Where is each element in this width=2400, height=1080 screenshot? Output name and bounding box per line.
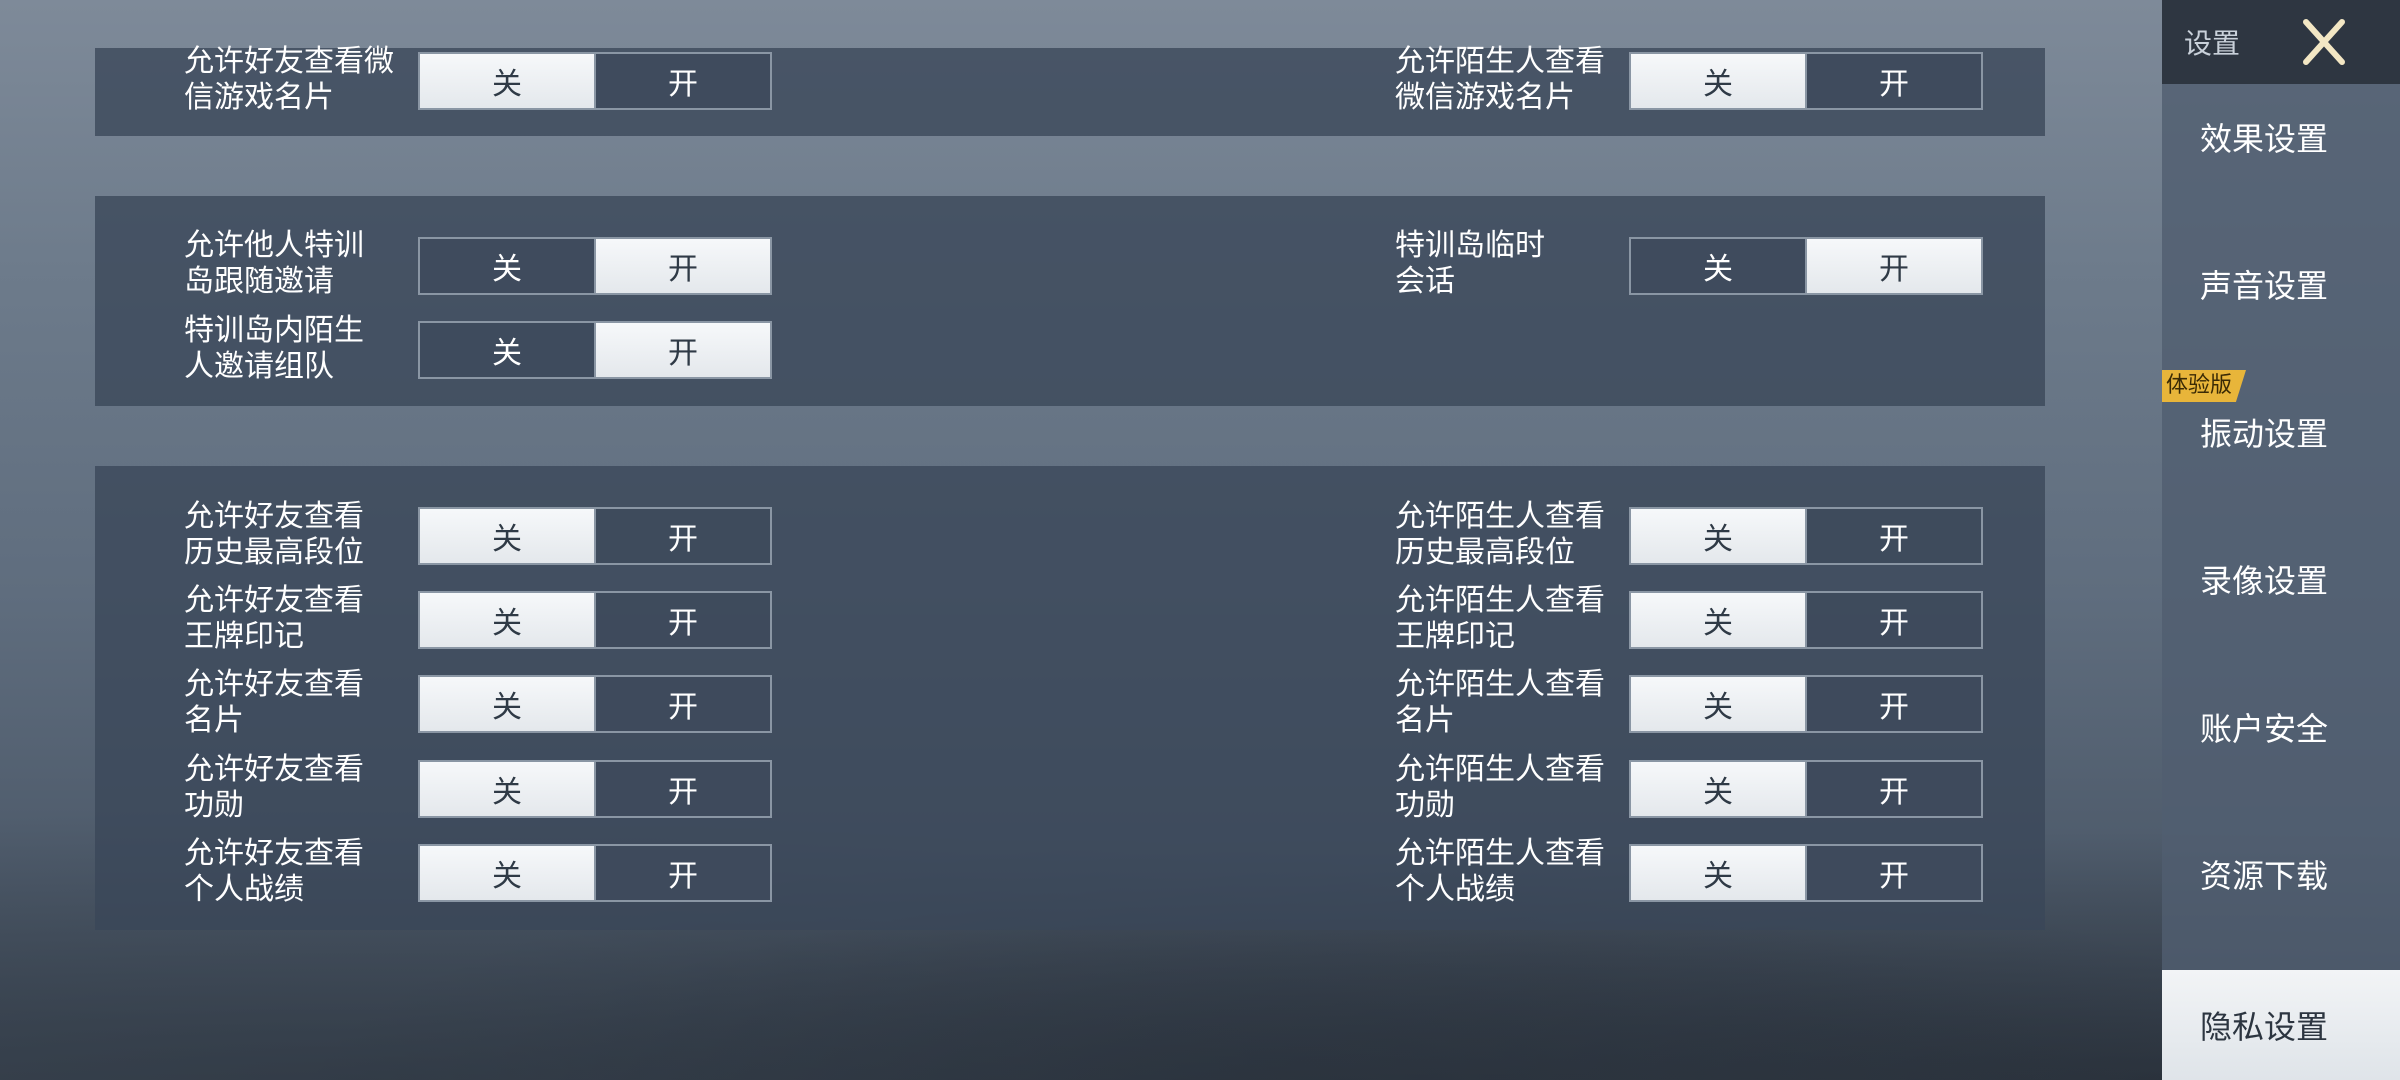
- setting-label: 允许好友查看 历史最高段位: [184, 499, 364, 570]
- setting-label: 允许好友查看 王牌印记: [184, 583, 364, 654]
- setting-label: 允许好友查看 功勋: [184, 752, 364, 823]
- toggle-on-option[interactable]: 开: [594, 509, 770, 563]
- sidebar-item-label: 振动设置: [2200, 415, 2329, 453]
- toggle-on-option[interactable]: 开: [594, 239, 770, 293]
- toggle-stranger-ace-mark[interactable]: 关开: [1629, 591, 1983, 649]
- setting-label: 允许陌生人查看 个人战绩: [1395, 836, 1605, 907]
- toggle-stranger-card[interactable]: 关开: [1629, 675, 1983, 733]
- toggle-friend-card[interactable]: 关开: [418, 675, 772, 733]
- toggle-off-option[interactable]: 关: [1631, 762, 1805, 816]
- toggle-on-option[interactable]: 开: [594, 323, 770, 377]
- toggle-on-option[interactable]: 开: [1805, 762, 1981, 816]
- sidebar-item-resource-download[interactable]: 资源下载: [2162, 829, 2400, 919]
- toggle-off-option[interactable]: 关: [1631, 509, 1805, 563]
- toggle-off-option[interactable]: 关: [420, 54, 594, 108]
- toggle-on-option[interactable]: 开: [594, 54, 770, 108]
- sidebar-item-label: 录像设置: [2200, 562, 2329, 600]
- toggle-friend-merits[interactable]: 关开: [418, 760, 772, 818]
- close-icon[interactable]: [2292, 10, 2356, 74]
- sidebar-item-label: 声音设置: [2200, 267, 2329, 305]
- setting-label: 允许好友查看微 信游戏名片: [184, 44, 394, 115]
- toggle-friend-stats[interactable]: 关开: [418, 844, 772, 902]
- toggle-on-option[interactable]: 开: [1805, 593, 1981, 647]
- toggle-off-option[interactable]: 关: [420, 593, 594, 647]
- toggle-off-option[interactable]: 关: [420, 509, 594, 563]
- toggle-off-option[interactable]: 关: [420, 677, 594, 731]
- panel-training-island: [95, 196, 2045, 406]
- toggle-off-option[interactable]: 关: [1631, 593, 1805, 647]
- toggle-friend-wechat-card[interactable]: 关开: [418, 52, 772, 110]
- settings-sidebar: 设置 效果设置 声音设置 体验版 振动设置 录像设置 账户安全 资源下载 隐私设…: [2162, 0, 2400, 1080]
- sidebar-item-vibration[interactable]: 振动设置: [2162, 387, 2400, 477]
- toggle-stranger-merits[interactable]: 关开: [1629, 760, 1983, 818]
- toggle-friend-ace-mark[interactable]: 关开: [418, 591, 772, 649]
- toggle-off-option[interactable]: 关: [1631, 846, 1805, 900]
- toggle-on-option[interactable]: 开: [594, 762, 770, 816]
- setting-label: 允许陌生人查看 功勋: [1395, 752, 1605, 823]
- toggle-on-option[interactable]: 开: [1805, 677, 1981, 731]
- setting-label: 特训岛内陌生 人邀请组队: [184, 313, 364, 384]
- toggle-on-option[interactable]: 开: [594, 593, 770, 647]
- toggle-off-option[interactable]: 关: [1631, 54, 1805, 108]
- sidebar-item-label: 隐私设置: [2200, 1008, 2329, 1046]
- sidebar-item-sound[interactable]: 声音设置: [2162, 239, 2400, 329]
- toggle-off-option[interactable]: 关: [420, 239, 594, 293]
- sidebar-item-account-security[interactable]: 账户安全: [2162, 682, 2400, 772]
- toggle-on-option[interactable]: 开: [1805, 846, 1981, 900]
- toggle-training-follow-invite[interactable]: 关开: [418, 237, 772, 295]
- toggle-on-option[interactable]: 开: [1805, 239, 1981, 293]
- toggle-on-option[interactable]: 开: [594, 677, 770, 731]
- toggle-on-option[interactable]: 开: [1805, 509, 1981, 563]
- toggle-off-option[interactable]: 关: [420, 762, 594, 816]
- toggle-stranger-highest-rank[interactable]: 关开: [1629, 507, 1983, 565]
- sidebar-item-label: 账户安全: [2200, 710, 2329, 748]
- sidebar-item-label: 资源下载: [2200, 857, 2329, 895]
- sidebar-item-label: 效果设置: [2200, 120, 2329, 158]
- setting-label: 允许他人特训 岛跟随邀请: [184, 228, 364, 299]
- setting-label: 允许好友查看 个人战绩: [184, 836, 364, 907]
- toggle-training-stranger-invite[interactable]: 关开: [418, 321, 772, 379]
- setting-label: 允许陌生人查看 历史最高段位: [1395, 499, 1605, 570]
- toggle-training-temp-chat[interactable]: 关开: [1629, 237, 1983, 295]
- setting-label: 允许陌生人查看 王牌印记: [1395, 583, 1605, 654]
- toggle-off-option[interactable]: 关: [420, 323, 594, 377]
- sidebar-title: 设置: [2184, 27, 2241, 60]
- toggle-friend-highest-rank[interactable]: 关开: [418, 507, 772, 565]
- setting-label: 允许陌生人查看 微信游戏名片: [1395, 44, 1605, 115]
- setting-label: 允许好友查看 名片: [184, 667, 364, 738]
- toggle-off-option[interactable]: 关: [1631, 239, 1805, 293]
- setting-label: 特训岛临时 会话: [1395, 228, 1545, 299]
- sidebar-header: 设置: [2162, 0, 2400, 84]
- sidebar-item-effects[interactable]: 效果设置: [2162, 92, 2400, 182]
- toggle-stranger-stats[interactable]: 关开: [1629, 844, 1983, 902]
- setting-label: 允许陌生人查看 名片: [1395, 667, 1605, 738]
- sidebar-item-privacy[interactable]: 隐私设置: [2162, 970, 2400, 1080]
- toggle-stranger-wechat-card[interactable]: 关开: [1629, 52, 1983, 110]
- toggle-off-option[interactable]: 关: [420, 846, 594, 900]
- toggle-off-option[interactable]: 关: [1631, 677, 1805, 731]
- sidebar-item-recording[interactable]: 录像设置: [2162, 534, 2400, 624]
- toggle-on-option[interactable]: 开: [594, 846, 770, 900]
- toggle-on-option[interactable]: 开: [1805, 54, 1981, 108]
